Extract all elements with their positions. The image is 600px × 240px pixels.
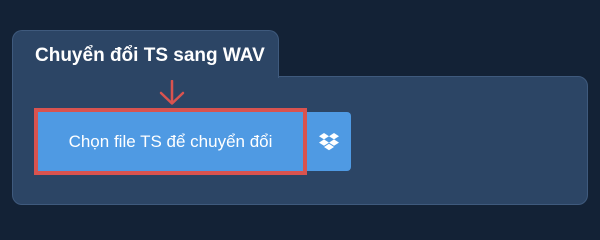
dropbox-button[interactable] — [307, 112, 351, 171]
choose-file-button[interactable]: Chọn file TS để chuyển đổi — [38, 112, 303, 171]
tab-title: Chuyển đổi TS sang WAV — [35, 45, 265, 66]
pointer-arrow-icon — [159, 80, 185, 105]
converter-tab: Chuyển đổi TS sang WAV — [12, 30, 279, 78]
tab-panel-seam — [13, 75, 278, 78]
dropbox-icon — [319, 132, 339, 150]
